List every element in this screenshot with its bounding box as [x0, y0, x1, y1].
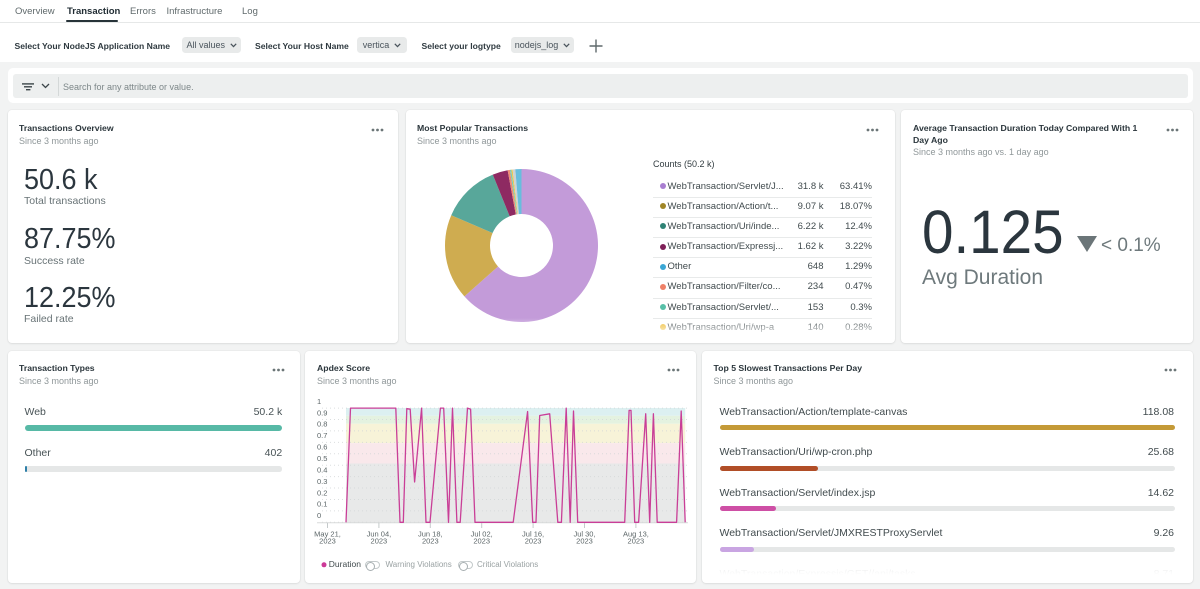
svg-text:0.9: 0.9: [317, 408, 327, 417]
svg-text:0.7: 0.7: [317, 431, 327, 440]
svg-text:0.4: 0.4: [317, 465, 327, 474]
svg-text:2023: 2023: [576, 536, 593, 545]
svg-text:0.5: 0.5: [317, 454, 327, 463]
svg-text:2023: 2023: [525, 536, 542, 545]
svg-text:0.8: 0.8: [317, 419, 327, 428]
svg-text:0.6: 0.6: [317, 442, 327, 451]
svg-text:2023: 2023: [473, 536, 490, 545]
svg-text:2023: 2023: [371, 536, 388, 545]
svg-text:0.1: 0.1: [317, 499, 327, 508]
svg-text:0.3: 0.3: [317, 476, 327, 485]
svg-text:1: 1: [317, 396, 321, 405]
svg-text:0.2: 0.2: [317, 488, 327, 497]
svg-text:2023: 2023: [422, 536, 439, 545]
svg-text:0: 0: [317, 511, 321, 520]
svg-text:2023: 2023: [628, 536, 645, 545]
svg-text:2023: 2023: [319, 536, 336, 545]
